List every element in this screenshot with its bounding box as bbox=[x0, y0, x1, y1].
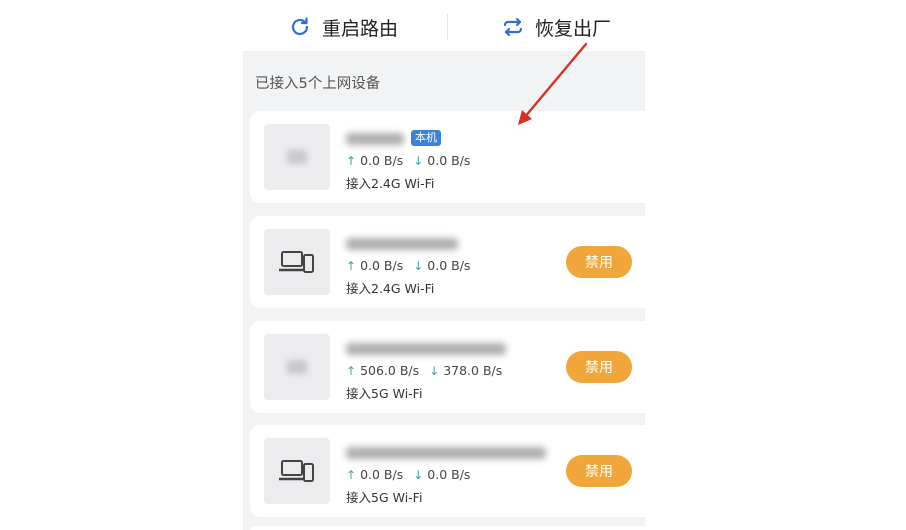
upload-arrow-icon: ↑ bbox=[346, 363, 357, 378]
blurred-icon bbox=[287, 150, 307, 164]
device-name-redacted bbox=[346, 238, 458, 250]
download-speed: ↓ 0.0 B/s bbox=[413, 153, 470, 168]
blurred-icon bbox=[287, 360, 307, 374]
upload-arrow-icon: ↑ bbox=[346, 153, 357, 168]
device-speeds: ↑ 0.0 B/s ↓ 0.0 B/s bbox=[346, 258, 470, 273]
device-card[interactable]: ↑ 506.0 B/s ↓ 378.0 B/s 接入5G Wi-Fi 禁用 bbox=[250, 321, 645, 413]
connection-type: 接入2.4G Wi-Fi bbox=[346, 281, 435, 296]
laptop-phone-icon bbox=[279, 251, 314, 273]
download-speed: ↓ 0.0 B/s bbox=[413, 467, 470, 482]
sync-icon bbox=[503, 17, 523, 37]
device-card-partial bbox=[250, 526, 645, 530]
upload-arrow-icon: ↑ bbox=[346, 467, 357, 482]
device-avatar bbox=[264, 124, 330, 190]
upload-speed: ↑ 0.0 B/s bbox=[346, 153, 403, 168]
device-speeds: ↑ 506.0 B/s ↓ 378.0 B/s bbox=[346, 363, 502, 378]
upload-speed-value: 506.0 B/s bbox=[360, 363, 420, 378]
device-name-redacted bbox=[346, 447, 546, 459]
disable-device-button[interactable]: 禁用 bbox=[566, 455, 632, 487]
download-speed-value: 0.0 B/s bbox=[427, 258, 471, 273]
disable-device-button[interactable]: 禁用 bbox=[566, 246, 632, 278]
device-avatar bbox=[264, 334, 330, 400]
download-speed-value: 0.0 B/s bbox=[427, 467, 471, 482]
device-card[interactable]: 本机 ↑ 0.0 B/s ↓ 0.0 B/s 接入2.4G Wi-Fi bbox=[250, 111, 645, 203]
router-app-screen: 重启路由 恢复出厂 已接入5个上网设备 本机 ↑ 0.0 B/s ↓ 0.0 B/s… bbox=[243, 0, 645, 530]
device-speeds: ↑ 0.0 B/s ↓ 0.0 B/s bbox=[346, 467, 470, 482]
connection-type: 接入5G Wi-Fi bbox=[346, 386, 423, 401]
refresh-icon bbox=[291, 17, 309, 36]
this-device-badge: 本机 bbox=[411, 130, 441, 146]
upload-speed: ↑ 506.0 B/s bbox=[346, 363, 419, 378]
disable-device-button[interactable]: 禁用 bbox=[566, 351, 632, 383]
restart-router-button[interactable]: 重启路由 bbox=[288, 10, 398, 44]
action-bar: 重启路由 恢复出厂 bbox=[243, 0, 645, 51]
upload-speed: ↑ 0.0 B/s bbox=[346, 467, 403, 482]
factory-reset-button[interactable]: 恢复出厂 bbox=[501, 10, 611, 44]
laptop-phone-icon bbox=[279, 460, 314, 482]
download-speed-value: 0.0 B/s bbox=[427, 153, 471, 168]
download-speed: ↓ 0.0 B/s bbox=[413, 258, 470, 273]
download-arrow-icon: ↓ bbox=[413, 467, 424, 482]
upload-speed-value: 0.0 B/s bbox=[360, 153, 404, 168]
download-arrow-icon: ↓ bbox=[413, 153, 424, 168]
download-speed: ↓ 378.0 B/s bbox=[429, 363, 502, 378]
upload-speed: ↑ 0.0 B/s bbox=[346, 258, 403, 273]
device-avatar bbox=[264, 229, 330, 295]
divider bbox=[447, 14, 448, 40]
factory-reset-label: 恢复出厂 bbox=[535, 17, 612, 40]
download-arrow-icon: ↓ bbox=[429, 363, 440, 378]
download-speed-value: 378.0 B/s bbox=[443, 363, 503, 378]
device-name-redacted bbox=[346, 133, 404, 145]
restart-router-label: 重启路由 bbox=[322, 17, 399, 40]
connection-type: 接入2.4G Wi-Fi bbox=[346, 176, 435, 191]
upload-speed-value: 0.0 B/s bbox=[360, 258, 404, 273]
connection-type: 接入5G Wi-Fi bbox=[346, 490, 423, 505]
device-card[interactable]: ↑ 0.0 B/s ↓ 0.0 B/s 接入2.4G Wi-Fi 禁用 bbox=[250, 216, 645, 308]
device-card[interactable]: ↑ 0.0 B/s ↓ 0.0 B/s 接入5G Wi-Fi 禁用 bbox=[250, 425, 645, 517]
device-avatar bbox=[264, 438, 330, 504]
download-arrow-icon: ↓ bbox=[413, 258, 424, 273]
device-speeds: ↑ 0.0 B/s ↓ 0.0 B/s bbox=[346, 153, 470, 168]
connected-devices-count: 已接入5个上网设备 bbox=[255, 76, 381, 92]
upload-arrow-icon: ↑ bbox=[346, 258, 357, 273]
device-name-redacted bbox=[346, 343, 506, 355]
upload-speed-value: 0.0 B/s bbox=[360, 467, 404, 482]
